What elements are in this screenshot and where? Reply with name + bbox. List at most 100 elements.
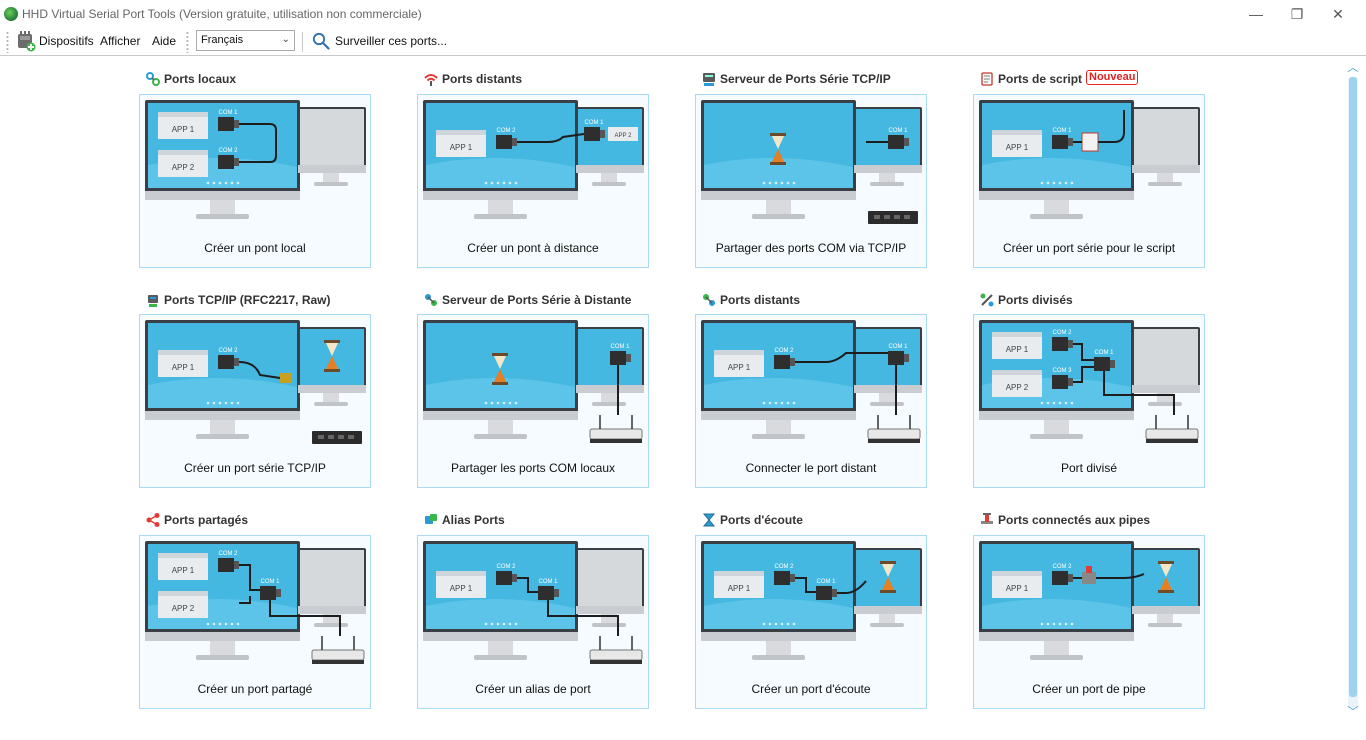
tool-card-caption: Créer un port série pour le script — [1002, 241, 1176, 255]
com1-label: COM 1 — [888, 128, 908, 134]
tool-card-caption: Créer un pont local — [204, 241, 306, 255]
split-ports-icon — [980, 293, 994, 307]
tool-card[interactable]: COM 1 Partager les ports COM locaux — [417, 314, 649, 488]
diagram-illustration: APP 1 APP 2 COM 2 COM 3 COM 1 — [979, 320, 1200, 443]
app1-label: APP 1 — [450, 143, 473, 152]
window-title: HHD Virtual Serial Port Tools (Version g… — [22, 7, 422, 21]
tile-heading-label: Ports distants — [442, 72, 523, 86]
com2-label: COM 2 — [218, 148, 238, 154]
diagram-illustration: APP 1 COM 2 — [979, 541, 1200, 660]
chevron-down-icon: ⌄ — [281, 34, 290, 45]
tile-heading-label: Serveur de Ports Série à Distante — [442, 293, 632, 307]
tool-card[interactable]: APP 1 COM 2 COM 1 Connecter le port distant — [695, 314, 927, 488]
diagram-illustration: COM 1 — [701, 100, 922, 224]
tile-heading[interactable]: Serveur de Ports Série à Distante — [423, 291, 649, 309]
tile-heading-label: Ports divisés — [998, 293, 1073, 307]
tile-heading-label: Serveur de Ports Série TCP/IP — [720, 72, 891, 86]
menu-view[interactable]: Afficher — [100, 34, 140, 48]
app1-label: APP 1 — [728, 584, 751, 593]
monitor-ports-button[interactable]: Surveiller ces ports... — [335, 34, 447, 48]
tool-card[interactable]: APP 1 APP 2 COM 1 COM 2 Créer un pont local — [139, 94, 371, 268]
menu-help[interactable]: Aide — [152, 34, 176, 48]
tile-heading[interactable]: Ports TCP/IP (RFC2217, Raw) — [145, 291, 371, 309]
app1-label: APP 1 — [172, 125, 195, 134]
share-icon — [146, 513, 160, 527]
tool-card-caption: Créer un port partagé — [197, 682, 313, 696]
menu-devices[interactable]: Dispositifs — [39, 34, 94, 48]
scroll-down-icon[interactable]: ﹀ — [1345, 705, 1361, 719]
tile-heading[interactable]: Ports de script Nouveau — [979, 70, 1205, 88]
tool-card[interactable]: APP 1 APP 2 COM 2 COM 1 Créer un port partag… — [139, 535, 371, 709]
tool-card[interactable]: APP 1 COM 1 Créer un port série pour le sc… — [973, 94, 1205, 268]
hourglass-icon — [702, 513, 716, 527]
com1-label: COM 1 — [260, 579, 280, 585]
app1-label: APP 1 — [450, 584, 473, 593]
tile-heading-label: Ports d'écoute — [720, 513, 803, 527]
tool-card[interactable]: APP 1 COM 2 Créer un port de pipe — [973, 535, 1205, 709]
tool-card[interactable]: APP 1 COM 2 COM 1 APP 2 Créer un pont à dist… — [417, 94, 649, 268]
tile-heading[interactable]: Ports distants — [701, 291, 927, 309]
tool-card[interactable]: COM 1 Partager des ports COM via TCP/IP — [695, 94, 927, 268]
tool-card[interactable]: APP 1 APP 2 COM 2 COM 3 COM 1 Port divisé — [973, 314, 1205, 488]
tile-heading[interactable]: Ports connectés aux pipes — [979, 511, 1205, 529]
tool-card[interactable]: APP 1 COM 2 Créer un port série TCP/IP — [139, 314, 371, 488]
toolbar-grip-2[interactable] — [186, 31, 189, 53]
tile-heading[interactable]: Serveur de Ports Série TCP/IP — [701, 70, 927, 88]
diagram-illustration: APP 1 APP 2 COM 2 COM 1 — [145, 541, 366, 664]
tool-card[interactable]: APP 1 COM 2 COM 1 Créer un port d'écoute — [695, 535, 927, 709]
server-icon — [703, 73, 715, 86]
tools-grid: Ports locaux APP 1 APP 2 COM 1 COM 2 Créer un… — [0, 57, 1344, 740]
app2-label: APP 2 — [172, 604, 195, 613]
toolbar: Dispositifs Afficher Aide Français ⌄ Sur… — [0, 28, 1366, 56]
com1-label: COM 1 — [816, 579, 836, 585]
tile-heading[interactable]: Alias Ports — [423, 511, 649, 529]
com1-label: COM 1 — [584, 120, 604, 126]
new-badge: Nouveau — [1086, 70, 1139, 85]
language-value: Français — [201, 34, 244, 46]
maximize-button[interactable]: ❐ — [1279, 4, 1315, 24]
diagram-illustration: APP 1 COM 1 — [979, 100, 1200, 219]
tile-heading-label: Ports TCP/IP (RFC2217, Raw) — [164, 293, 331, 307]
search-icon[interactable] — [312, 32, 330, 50]
language-select[interactable]: Français ⌄ — [196, 30, 295, 51]
devices-icon — [18, 31, 36, 52]
com2-label: COM 2 — [774, 348, 794, 354]
minimize-button[interactable]: — — [1238, 4, 1274, 24]
com2-label: COM 2 — [218, 551, 238, 557]
app2-label: APP 2 — [615, 133, 633, 139]
tile-heading[interactable]: Ports divisés — [979, 291, 1205, 309]
com3-label: COM 3 — [1052, 368, 1072, 374]
diagram-illustration: APP 1 COM 2 COM 1 APP 2 — [423, 100, 644, 219]
tile-heading-label: Alias Ports — [442, 513, 505, 527]
com2-label: COM 2 — [1052, 330, 1072, 336]
com1-label: COM 1 — [218, 110, 238, 116]
tool-card-caption: Partager des ports COM via TCP/IP — [715, 241, 907, 255]
vertical-scrollbar[interactable]: ︿ ﹀ — [1345, 57, 1361, 725]
diagram-illustration: APP 1 COM 2 COM 1 — [701, 320, 922, 443]
app-logo-icon — [4, 7, 18, 21]
tile-heading[interactable]: Ports locaux — [145, 70, 371, 88]
tile-heading-label: Ports partagés — [164, 513, 249, 527]
tool-card-caption: Créer un port de pipe — [1032, 682, 1146, 696]
scroll-thumb[interactable] — [1349, 77, 1357, 697]
tile-heading[interactable]: Ports d'écoute — [701, 511, 927, 529]
remote-signal-icon — [424, 74, 438, 86]
tool-card-caption: Créer un alias de port — [475, 682, 591, 696]
com2-label: COM 2 — [496, 564, 516, 570]
script-icon — [981, 72, 993, 86]
tool-card[interactable]: APP 1 COM 2 COM 1 Créer un alias de port — [417, 535, 649, 709]
tile-heading-label: Ports connectés aux pipes — [998, 513, 1151, 527]
diagram-illustration: APP 1 APP 2 COM 1 COM 2 — [145, 100, 366, 219]
close-button[interactable]: ✕ — [1320, 4, 1356, 24]
scroll-up-icon[interactable]: ︿ — [1345, 61, 1361, 75]
remote-server-icon — [425, 294, 437, 306]
tile-heading[interactable]: Ports partagés — [145, 511, 371, 529]
tile-heading-label: Ports distants — [720, 293, 801, 307]
remote-ports-icon — [703, 294, 715, 306]
com2-label: COM 2 — [218, 348, 238, 354]
tile-heading[interactable]: Ports distants — [423, 70, 649, 88]
app1-label: APP 1 — [1006, 345, 1029, 354]
com1-label: COM 1 — [1094, 350, 1114, 356]
app1-label: APP 1 — [728, 363, 751, 372]
toolbar-grip[interactable] — [6, 31, 9, 53]
